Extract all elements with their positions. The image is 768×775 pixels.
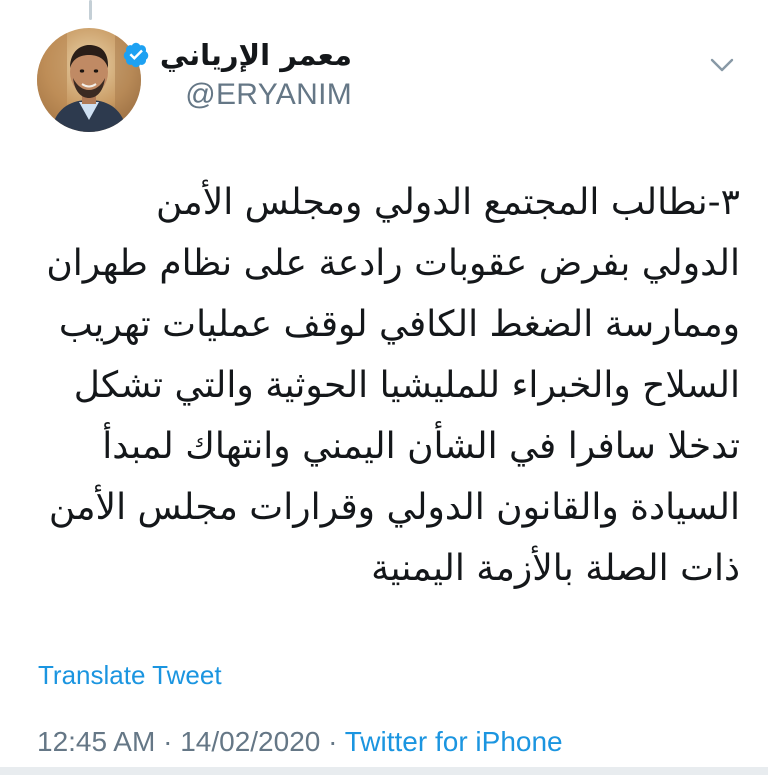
meta-separator: · [155,726,181,757]
tweet-text-line: تدخلا سافرا في الشأن اليمني وانتهاك لمبد… [102,426,740,467]
tweet-text-line: السيادة والقانون الدولي وقرارات مجلس الأ… [48,487,740,528]
tweet-header: معمر الإرياني @ERYANIM [122,38,352,112]
tweet-text-line: السلاح والخبراء للمليشيا الحوثية والتي ت… [73,365,740,406]
tweet-time[interactable]: 12:45 AM [37,726,155,757]
tweet-date[interactable]: 14/02/2020 [180,726,320,757]
tweet-text-line: ٣-نطالب المجتمع الدولي ومجلس الأمن [156,182,740,223]
tweet-text-line: ذات الصلة بالأزمة اليمنية [371,548,740,589]
verified-badge-icon [123,42,149,68]
user-handle[interactable]: @ERYANIM [122,78,352,112]
name-row: معمر الإرياني [122,38,352,72]
tweet-text: ٣-نطالب المجتمع الدولي ومجلس الأمن الدول… [30,172,740,599]
chevron-down-icon[interactable] [709,55,735,75]
tweet-meta: 12:45 AM · 14/02/2020 · Twitter for iPho… [37,726,563,758]
meta-separator: · [320,726,345,757]
translate-tweet-link[interactable]: Translate Tweet [38,660,222,691]
display-name[interactable]: معمر الإرياني [160,38,352,72]
thread-connector-line [89,0,92,20]
bottom-divider [0,767,768,775]
tweet-text-line: وممارسة الضغط الكافي لوقف عمليات تهريب [58,304,740,345]
tweet-text-line: الدولي بفرض عقوبات رادعة على نظام طهران [46,243,740,284]
tweet-source-link[interactable]: Twitter for iPhone [345,726,563,757]
